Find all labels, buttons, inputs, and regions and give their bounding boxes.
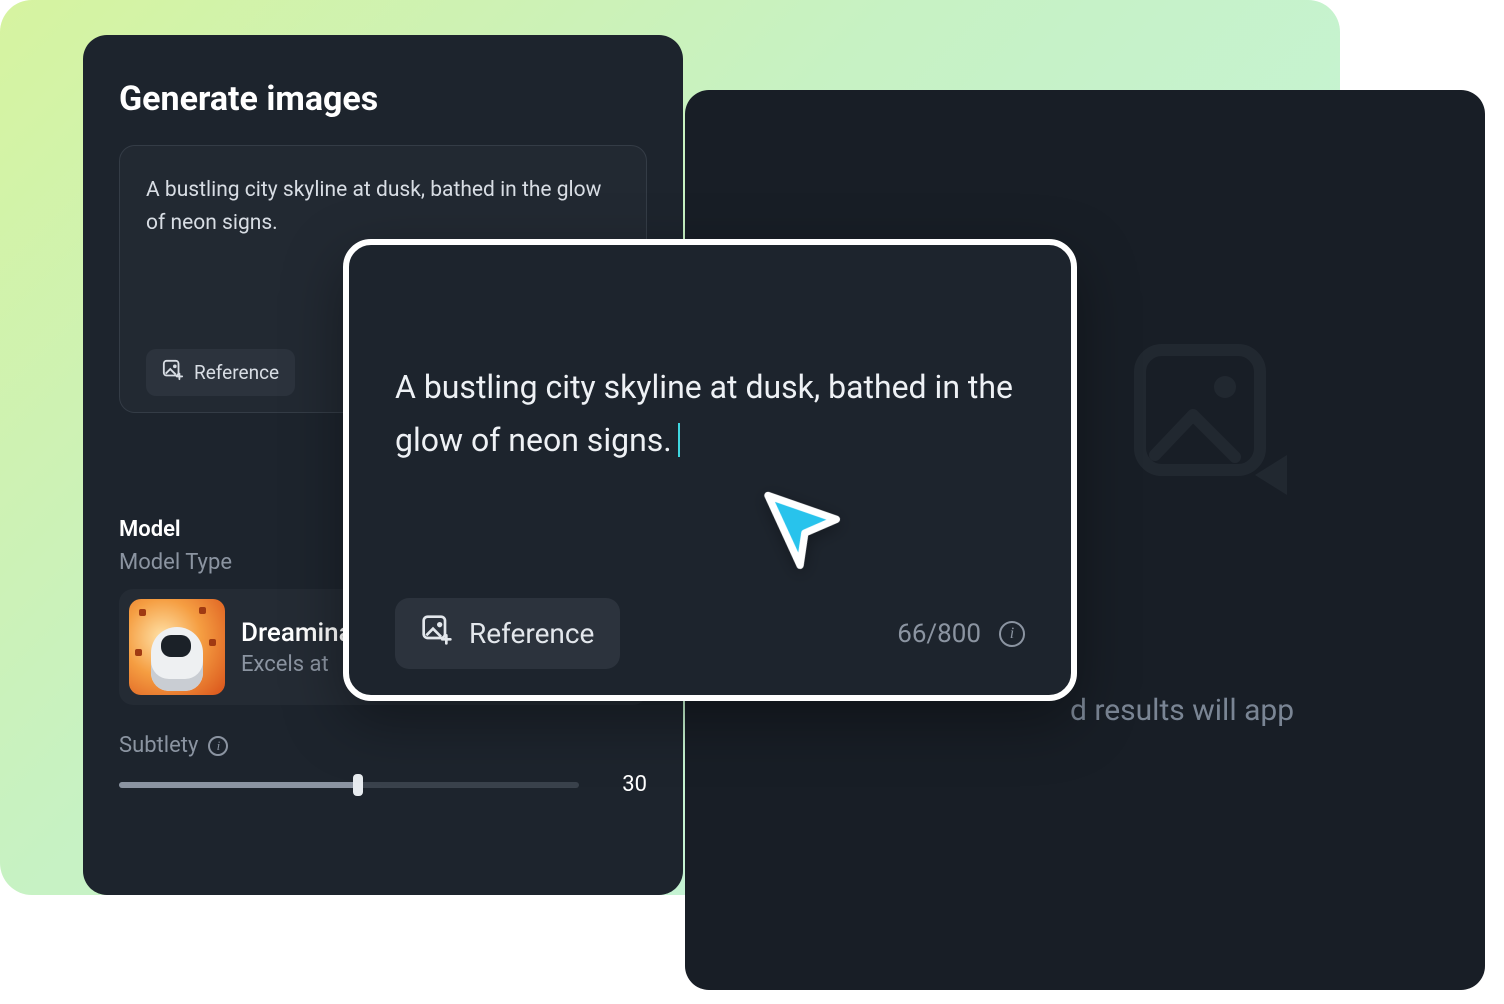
- model-thumbnail: [129, 599, 225, 695]
- reference-button[interactable]: Reference: [146, 349, 295, 396]
- char-count-value: 66/800: [897, 619, 981, 649]
- subtlety-slider[interactable]: [119, 782, 579, 788]
- info-icon[interactable]: i: [999, 621, 1025, 647]
- reference-image-icon: [162, 359, 184, 386]
- model-description: Excels at: [241, 652, 353, 677]
- text-caret: [678, 423, 680, 457]
- prompt-text-zoom-content: A bustling city skyline at dusk, bathed …: [395, 368, 1013, 459]
- subtlety-label: Subtlety: [119, 733, 198, 758]
- slider-thumb[interactable]: [353, 774, 363, 796]
- gallery-placeholder-icon: [1115, 325, 1315, 525]
- prompt-text-zoom[interactable]: A bustling city skyline at dusk, bathed …: [395, 361, 1025, 467]
- prompt-text[interactable]: A bustling city skyline at dusk, bathed …: [146, 174, 620, 239]
- reference-label: Reference: [194, 361, 279, 384]
- model-name: Dreamina: [241, 618, 353, 648]
- results-placeholder-text: d results will app: [1070, 693, 1294, 728]
- prompt-zoom-card: A bustling city skyline at dusk, bathed …: [343, 239, 1077, 701]
- char-counter: 66/800 i: [897, 619, 1025, 649]
- reference-button-zoom[interactable]: Reference: [395, 598, 620, 669]
- cursor-pointer-icon: [750, 474, 854, 578]
- page-title: Generate images: [119, 79, 647, 119]
- reference-label-zoom: Reference: [469, 617, 594, 650]
- reference-image-icon: [421, 614, 453, 653]
- info-icon[interactable]: i: [208, 736, 228, 756]
- subtlety-value: 30: [607, 772, 647, 797]
